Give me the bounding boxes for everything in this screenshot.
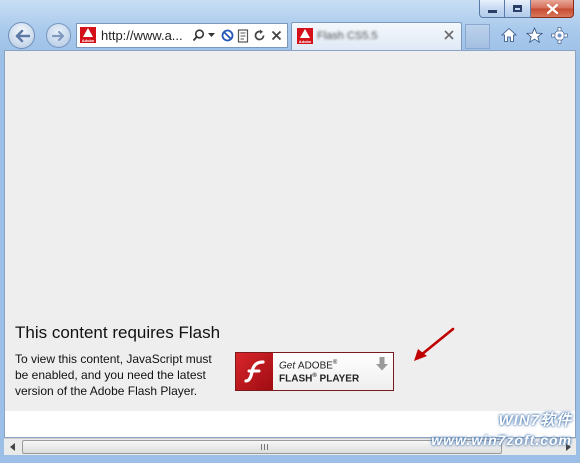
adobe-label: ADOBE xyxy=(297,360,333,372)
window-caption-buttons xyxy=(479,0,574,18)
page-viewport: This content requires Flash To view this… xyxy=(4,50,576,438)
tab-title: Flash CS5.5 xyxy=(317,30,378,42)
tab-close-icon[interactable] xyxy=(443,29,455,41)
refresh-icon[interactable] xyxy=(252,28,266,43)
maximize-button[interactable] xyxy=(505,0,531,18)
close-icon xyxy=(546,3,558,14)
scroll-grip xyxy=(261,444,269,450)
adobe-favicon-icon: Adobe xyxy=(80,27,96,43)
home-icon[interactable] xyxy=(500,26,518,44)
flash-logo-icon xyxy=(236,353,273,390)
annotation-arrow xyxy=(414,327,455,361)
flash-player-label: FLASH® PLAYER xyxy=(279,373,360,385)
compat-view-icon[interactable] xyxy=(236,28,250,43)
scrollbar-thumb[interactable] xyxy=(22,440,502,454)
tab-adobe-favicon-icon: Adobe xyxy=(297,28,313,44)
tab-favicon-label: Adobe xyxy=(298,39,312,44)
close-window-button[interactable] xyxy=(531,0,574,18)
maximize-icon xyxy=(513,5,522,12)
blocked-icon[interactable] xyxy=(220,28,234,43)
watermark-line1: WIN7软件 xyxy=(498,412,572,429)
back-button[interactable] xyxy=(8,22,35,49)
search-icon[interactable] xyxy=(191,28,205,43)
browser-window: Adobe http://www.a... Adobe Flash CS5.5 xyxy=(0,0,580,463)
get-adobe-flash-player-button[interactable]: Get ADOBE® FLASH® PLAYER xyxy=(235,352,394,391)
address-bar[interactable]: Adobe http://www.a... xyxy=(76,23,288,48)
forward-arrow-icon xyxy=(51,30,64,41)
flash-label: FLASH xyxy=(279,373,313,385)
download-arrow-icon xyxy=(376,357,388,371)
get-adobe-label: Get ADOBE® xyxy=(279,360,338,372)
minimize-icon xyxy=(487,10,497,13)
new-tab-button[interactable] xyxy=(465,24,490,49)
scroll-left-icon[interactable] xyxy=(4,439,21,455)
favorites-icon[interactable] xyxy=(525,26,543,44)
watermark-line2: www.win7zoft.com xyxy=(431,432,572,448)
forward-button[interactable] xyxy=(46,23,71,48)
flash-required-title: This content requires Flash xyxy=(15,323,221,342)
dropdown-icon[interactable] xyxy=(206,28,216,43)
stop-icon[interactable] xyxy=(269,28,283,43)
flash-required-description: To view this content, JavaScript must be… xyxy=(15,352,212,398)
minimize-button[interactable] xyxy=(479,0,505,18)
tools-gear-icon[interactable] xyxy=(550,26,568,44)
tab-flash-cs55[interactable]: Adobe Flash CS5.5 xyxy=(291,22,462,50)
favicon-label: Adobe xyxy=(81,38,95,43)
flash-placeholder-area: This content requires Flash To view this… xyxy=(5,51,575,411)
address-url[interactable]: http://www.a... xyxy=(101,28,183,43)
player-label: PLAYER xyxy=(316,373,360,385)
watermark: WIN7软件 www.win7zoft.com xyxy=(431,409,572,448)
get-label: Get xyxy=(279,360,298,372)
back-arrow-icon xyxy=(15,29,30,42)
